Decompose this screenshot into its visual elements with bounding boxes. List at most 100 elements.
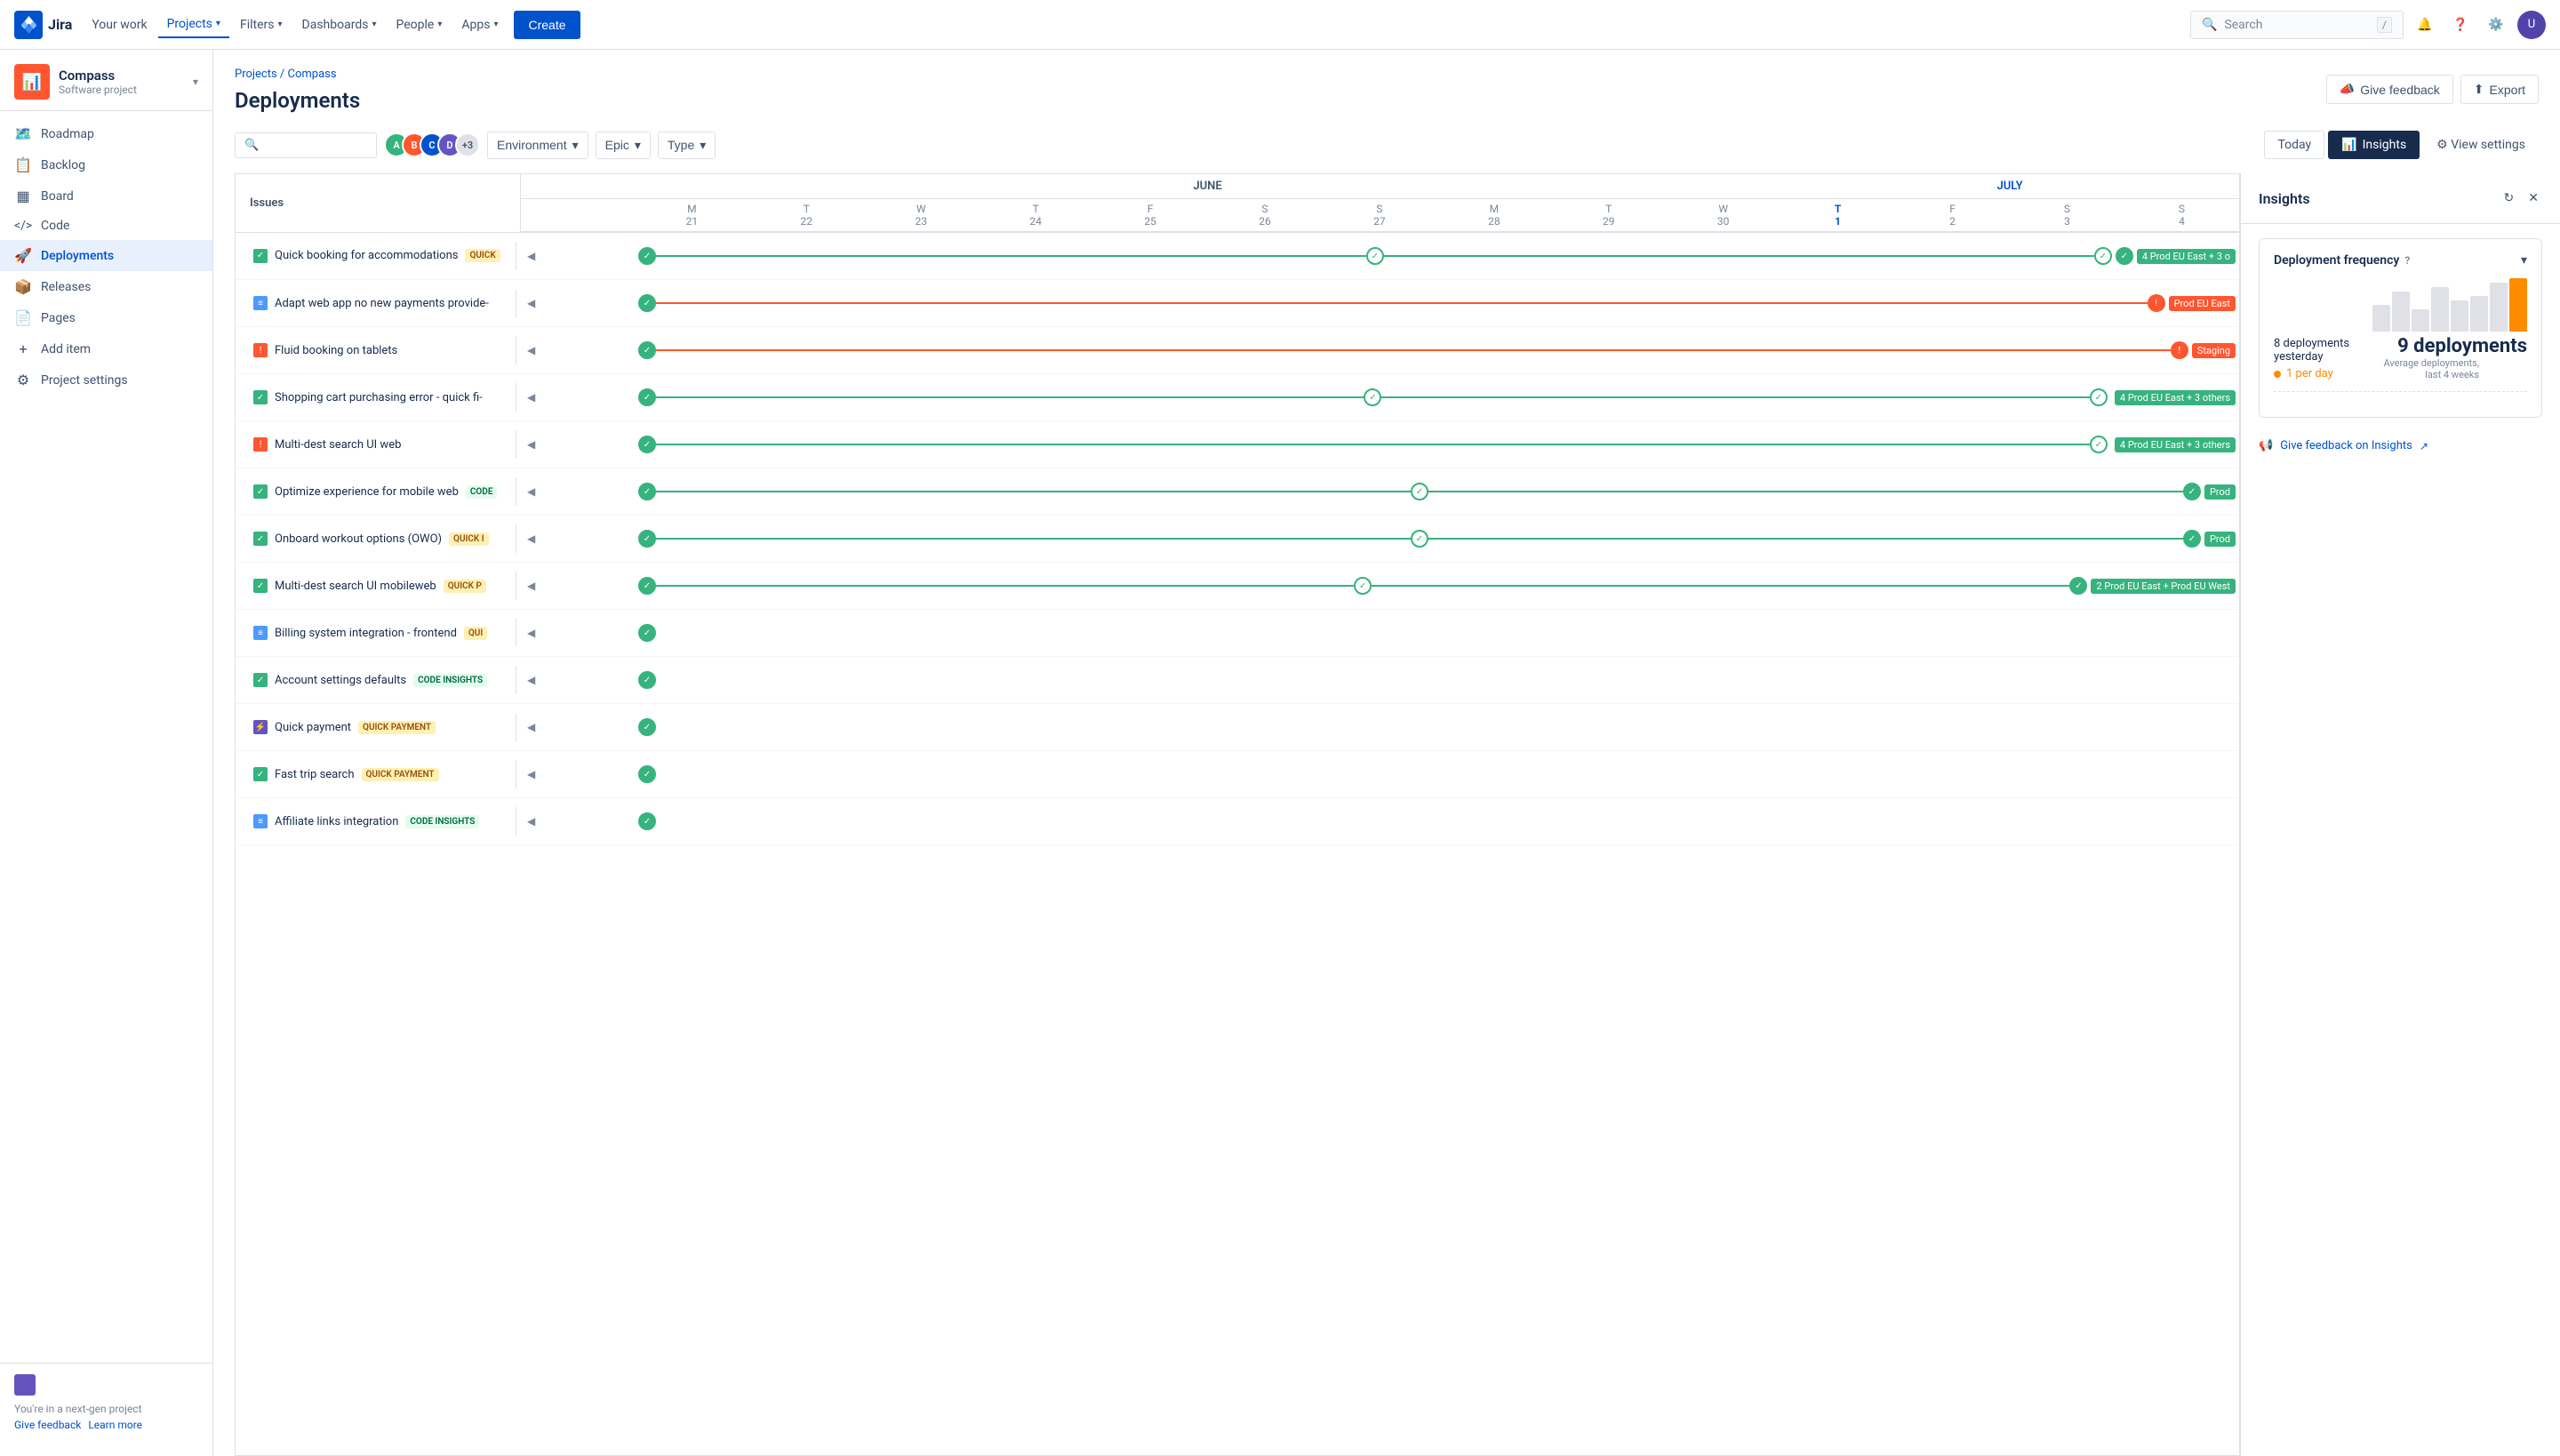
issue-name[interactable]: Onboard workout options (OWO) [275, 532, 442, 546]
code-icon: </> [14, 219, 32, 233]
arrow-cell: ◀ [520, 468, 635, 516]
nav-filters[interactable]: Filters ▾ [231, 12, 292, 37]
tab-today[interactable]: Today [2264, 131, 2324, 159]
breadcrumb-compass[interactable]: Compass [288, 68, 337, 81]
issue-cell: ✓ Account settings defaults CODE INSIGHT… [236, 657, 520, 704]
user-avatar[interactable]: U [2517, 11, 2546, 39]
sidebar-item-roadmap[interactable]: 🗺️ Roadmap [0, 118, 212, 149]
help-icon[interactable]: ? [2404, 254, 2410, 267]
nav-apps[interactable]: Apps ▾ [452, 12, 507, 37]
roadmap-icon: 🗺️ [14, 125, 32, 142]
collapse-arrow[interactable]: ◀ [524, 344, 539, 356]
export-button[interactable]: ⬆ Export [2460, 75, 2539, 104]
sidebar-item-code[interactable]: </> Code [0, 212, 212, 240]
insights-panel: Insights ↻ ✕ Deployment frequency ? [2240, 173, 2560, 1456]
issue-name[interactable]: Billing system integration - frontend [275, 627, 457, 640]
sidebar-label-roadmap: Roadmap [41, 127, 94, 141]
collapse-arrow[interactable]: ◀ [524, 297, 539, 309]
table-row: ✓ Optimize experience for mobile web COD… [236, 468, 2239, 516]
story-icon: ✓ [253, 579, 268, 593]
issue-name[interactable]: Adapt web app no new payments provide- [275, 297, 489, 310]
nav-dashboards[interactable]: Dashboards ▾ [293, 12, 386, 37]
day-s4: S4 [2124, 199, 2239, 233]
epic-icon: ⚡ [253, 720, 268, 734]
collapse-arrow[interactable]: ◀ [524, 580, 539, 592]
issue-name[interactable]: Quick payment [275, 721, 351, 734]
collapse-arrow[interactable]: ◀ [524, 438, 539, 451]
deploy-check: ✓ [638, 436, 656, 453]
search-box[interactable]: 🔍 Search / [2190, 11, 2404, 39]
notifications-button[interactable]: 🔔 [2411, 11, 2439, 39]
megaphone-icon: 📢 [2259, 439, 2273, 452]
environment-filter[interactable]: Environment ▾ [487, 132, 588, 159]
jira-logo[interactable]: Jira [14, 11, 72, 39]
nav-your-work[interactable]: Your work [83, 12, 156, 37]
gantt-container[interactable]: Issues JUNE JULY M21 T22 W23 T24 F25 [235, 173, 2240, 1456]
gantt-bar-cell: ✓ ✓ ✓ 4 Prod EU East + 3 others [635, 374, 2239, 421]
task-icon: ≡ [253, 296, 268, 310]
issue-tag: QUICK P [444, 580, 486, 593]
issues-col-header: Issues [236, 174, 520, 232]
footer-feedback-link[interactable]: Give feedback [14, 1419, 81, 1431]
tab-insights[interactable]: 📊 Insights [2328, 131, 2420, 159]
bar-5 [2451, 300, 2468, 332]
sidebar-item-settings[interactable]: ⚙ Project settings [0, 364, 212, 396]
issue-name[interactable]: Account settings defaults [275, 674, 406, 687]
sidebar-item-releases[interactable]: 📦 Releases [0, 271, 212, 302]
sidebar-item-deployments[interactable]: 🚀 Deployments [0, 240, 212, 271]
collapse-arrow[interactable]: ◀ [524, 532, 539, 545]
sidebar-item-pages[interactable]: 📄 Pages [0, 302, 212, 333]
nav-people[interactable]: People ▾ [387, 12, 451, 37]
avatar-overflow[interactable]: +3 [455, 132, 480, 157]
gantt-bar-cell: ✓ [635, 798, 2239, 845]
deploy-check: ✓ [638, 577, 656, 595]
collapse-arrow[interactable]: ◀ [524, 674, 539, 686]
issue-name[interactable]: Optimize experience for mobile web [275, 485, 459, 499]
collapse-arrow[interactable]: ◀ [524, 815, 539, 828]
type-filter[interactable]: Type ▾ [658, 132, 716, 159]
breadcrumb-projects[interactable]: Projects [235, 68, 277, 81]
collapse-arrow[interactable]: ◀ [524, 391, 539, 404]
close-insights-button[interactable]: ✕ [2524, 188, 2542, 209]
sidebar-project[interactable]: 📊 Compass Software project ▾ [0, 50, 212, 111]
help-button[interactable]: ❓ [2446, 11, 2475, 39]
sidebar-item-backlog[interactable]: 📋 Backlog [0, 149, 212, 180]
gantt-bar-cell: ✓ ✓ ✓ ✓ 4 Prod EU East + 3 o [635, 232, 2239, 280]
create-button[interactable]: Create [514, 11, 580, 39]
issue-cell: ✓ Multi-dest search UI mobileweb QUICK P [236, 563, 520, 610]
feedback-link[interactable]: 📢 Give feedback on Insights ↗ [2259, 432, 2542, 460]
tab-view-settings[interactable]: ⚙ View settings [2423, 131, 2539, 159]
issue-name[interactable]: Multi-dest search UI mobileweb [275, 580, 436, 593]
collapse-arrow[interactable]: ◀ [524, 768, 539, 780]
issue-name[interactable]: Multi-dest search UI web [275, 438, 401, 452]
issue-name[interactable]: Fluid booking on tablets [275, 344, 397, 357]
issue-tag: QUI [464, 627, 487, 640]
deploy-line [1428, 491, 2183, 492]
issue-name[interactable]: Quick booking for accommodations [275, 249, 458, 262]
refresh-button[interactable]: ↻ [2500, 188, 2518, 209]
epic-filter[interactable]: Epic ▾ [596, 132, 651, 159]
issue-name[interactable]: Affiliate links integration [275, 815, 398, 828]
bar-3 [2412, 309, 2429, 332]
nav-projects[interactable]: Projects ▾ [158, 12, 229, 38]
search-icon: 🔍 [244, 139, 259, 152]
month-row: Issues JUNE JULY [236, 174, 2239, 199]
export-icon: ⬆ [2474, 82, 2484, 97]
settings-button[interactable]: ⚙️ [2482, 11, 2510, 39]
issue-name[interactable]: Shopping cart purchasing error - quick f… [275, 391, 483, 404]
sidebar-item-board[interactable]: ▦ Board [0, 180, 212, 212]
issue-search[interactable]: 🔍 [235, 132, 377, 158]
story-icon: ✓ [253, 767, 268, 781]
collapse-arrow[interactable]: ◀ [524, 627, 539, 639]
collapse-arrow[interactable]: ◀ [524, 721, 539, 733]
sidebar-item-add[interactable]: + Add item [0, 333, 212, 364]
give-feedback-button[interactable]: 📣 Give feedback [2326, 75, 2453, 104]
issue-name[interactable]: Fast trip search [275, 768, 355, 781]
page-title: Deployments [235, 88, 360, 113]
freq-collapse-icon[interactable]: ▾ [2521, 253, 2527, 268]
footer-learn-link[interactable]: Learn more [88, 1419, 142, 1431]
search-placeholder: Search [2224, 18, 2370, 32]
collapse-arrow[interactable]: ◀ [524, 250, 539, 262]
bar-highlight [2509, 278, 2527, 332]
collapse-arrow[interactable]: ◀ [524, 485, 539, 498]
